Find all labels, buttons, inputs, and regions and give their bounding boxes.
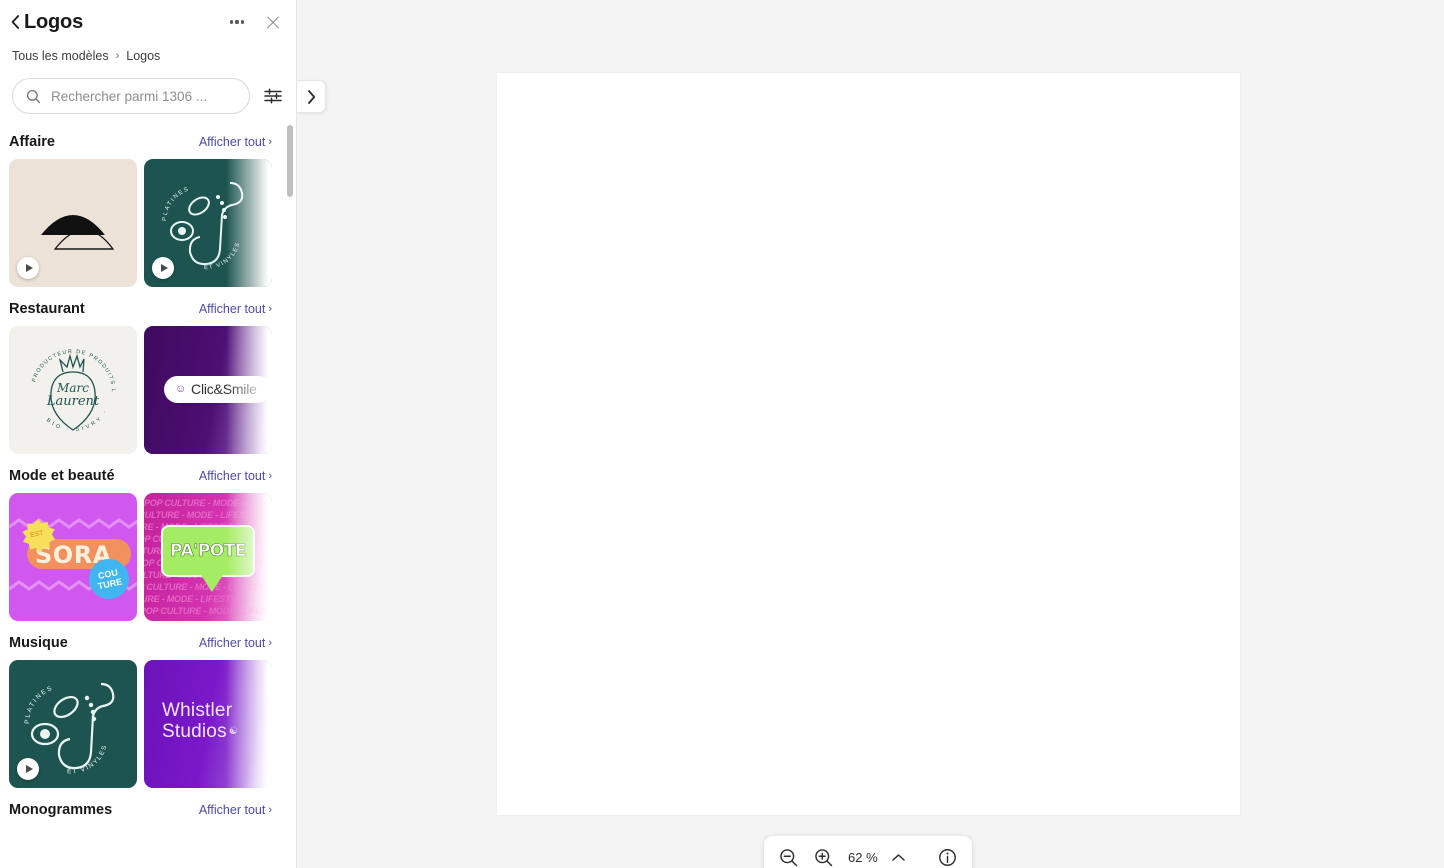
section-musique: Musique Afficher tout › PLATINES ET VINY…	[0, 621, 296, 788]
zoom-out-icon[interactable]	[778, 847, 799, 868]
see-all-label: Afficher tout	[198, 803, 266, 817]
svg-text:PLATINES: PLATINES	[24, 685, 55, 725]
pattern-line: POP CULTURE - MODE - LIFESTYLE	[144, 498, 272, 508]
see-all-link-restaurant[interactable]: Afficher tout ›	[199, 302, 272, 316]
chevron-right-icon: ›	[268, 303, 272, 315]
section-mode-et-beaute: Mode et beauté Afficher tout › SORA EST …	[0, 454, 296, 621]
svg-text:ET VINYLES: ET VINYLES	[204, 241, 242, 271]
chevron-right-icon: ›	[268, 136, 272, 148]
panel-scrollbar-track[interactable]	[287, 122, 293, 864]
section-header: Restaurant Afficher tout ›	[0, 287, 296, 326]
see-all-label: Afficher tout	[198, 302, 266, 316]
template-thumb-logo-papote[interactable]: POP CULTURE - MODE - LIFESTYLE POP CULTU…	[144, 493, 272, 621]
pattern-line: POP CULTURE - MODE - LIFESTYLE	[144, 510, 267, 520]
whistler-mark-icon: ☯	[228, 726, 238, 737]
breadcrumb-separator: ›	[115, 50, 120, 62]
templates-scroll-area[interactable]: Affaire Afficher tout › PLATINES ET VINY…	[0, 120, 296, 868]
sections-list: Affaire Afficher tout › PLATINES ET VINY…	[0, 120, 296, 827]
see-all-label: Afficher tout	[198, 135, 266, 149]
close-icon[interactable]	[262, 11, 284, 33]
zoom-in-icon[interactable]	[813, 847, 834, 868]
play-icon[interactable]	[152, 257, 174, 279]
breadcrumb-root[interactable]: Tous les modèles	[12, 49, 109, 63]
info-icon[interactable]	[937, 847, 958, 868]
see-all-label: Afficher tout	[198, 636, 266, 650]
section-title: Monogrammes	[9, 802, 113, 818]
search-box[interactable]	[12, 78, 250, 114]
page-title: Logos	[24, 10, 83, 33]
see-all-link-affaire[interactable]: Afficher tout ›	[199, 135, 272, 149]
section-header: Affaire Afficher tout ›	[0, 120, 296, 159]
design-canvas[interactable]	[497, 73, 1240, 815]
section-monogrammes: Monogrammes Afficher tout ›	[0, 788, 296, 827]
chevron-right-icon: ›	[268, 804, 272, 816]
whistler-wordmark: Whistler Studios ☯	[162, 700, 238, 742]
whistler-line-1: Whistler	[162, 700, 233, 721]
template-thumb-logo-saxophone-teal-2[interactable]: PLATINES ET VINYLES	[9, 660, 137, 788]
zoom-toolbar: 62 %	[764, 836, 972, 868]
thumb-row: PLATINES ET VINYLES Whistler Studios ☯	[0, 660, 296, 788]
template-thumb-logo-saxophone-teal[interactable]: PLATINES ET VINYLES	[144, 159, 272, 287]
zoom-level-label[interactable]: 62 %	[848, 850, 878, 865]
thumb-row: PLATINES ET VINYLES	[0, 159, 296, 287]
section-header: Monogrammes Afficher tout ›	[0, 788, 296, 827]
section-header: Musique Afficher tout ›	[0, 621, 296, 660]
see-all-link-mode[interactable]: Afficher tout ›	[199, 469, 272, 483]
play-icon[interactable]	[17, 758, 39, 780]
template-thumb-logo-arch-abstract[interactable]	[9, 159, 137, 287]
see-all-link-monogrammes[interactable]: Afficher tout ›	[199, 803, 272, 817]
panel-expand-button[interactable]	[297, 80, 326, 113]
template-thumb-logo-clic-and-smile[interactable]: ☺ Clic&Smile	[144, 326, 272, 454]
brand-line-2: Laurent	[46, 394, 100, 409]
panel-header-actions	[226, 11, 284, 33]
section-title: Musique	[9, 635, 68, 651]
template-thumb-logo-sora-couture[interactable]: SORA EST COU TURE	[9, 493, 137, 621]
papote-wordmark: PA'POTE	[170, 541, 247, 562]
pattern-line: POP CULTURE - MODE - LIFESTYLE	[144, 606, 272, 616]
breadcrumb-current[interactable]: Logos	[126, 49, 160, 63]
template-thumb-logo-whistler-studios[interactable]: Whistler Studios ☯	[144, 660, 272, 788]
pill-label: Clic&Smile	[191, 381, 257, 397]
search-icon	[26, 89, 41, 104]
see-all-label: Afficher tout	[198, 469, 266, 483]
smile-icon: ☺	[175, 383, 187, 395]
section-title: Mode et beauté	[9, 468, 115, 484]
breadcrumb: Tous les modèles › Logos	[0, 44, 296, 68]
app-root: Logos Tous les modèles › Logos Recherche…	[0, 0, 1444, 868]
search-row	[0, 68, 296, 114]
svg-text:ET VINYLES: ET VINYLES	[67, 743, 109, 775]
workspace	[297, 0, 1444, 868]
svg-text:PLATINES: PLATINES	[162, 186, 191, 221]
section-title: Affaire	[9, 134, 55, 150]
chevron-right-icon: ›	[268, 637, 272, 649]
pattern-line: POP CULTURE - MODE - LIFESTYLE	[144, 594, 247, 604]
templates-panel: Logos Tous les modèles › Logos Recherche…	[0, 0, 297, 868]
thumb-row: PRODUCTEUR DE PRODUITS LOCAUX BIO · SIVR…	[0, 326, 296, 454]
section-header: Mode et beauté Afficher tout ›	[0, 454, 296, 493]
section-restaurant: Restaurant Afficher tout › PRODUCTEUR DE…	[0, 287, 296, 454]
filter-sliders-icon[interactable]	[262, 85, 284, 107]
see-all-link-musique[interactable]: Afficher tout ›	[199, 636, 272, 650]
chevron-left-icon[interactable]	[8, 12, 22, 32]
thumb-row: SORA EST COU TURE POP CULTURE - MODE - L…	[0, 493, 296, 621]
panel-scrollbar-thumb[interactable]	[287, 125, 293, 197]
more-options-icon[interactable]	[226, 11, 248, 33]
chevron-right-icon	[307, 89, 315, 104]
chevron-up-icon[interactable]	[891, 850, 905, 865]
section-affaire: Affaire Afficher tout › PLATINES ET VINY…	[0, 120, 296, 287]
play-icon[interactable]	[17, 257, 39, 279]
papote-speech-bubble: PA'POTE	[161, 525, 255, 592]
chevron-right-icon: ›	[268, 470, 272, 482]
template-thumb-logo-marc-laurent[interactable]: PRODUCTEUR DE PRODUITS LOCAUX BIO · SIVR…	[9, 326, 137, 454]
section-title: Restaurant	[9, 301, 85, 317]
marc-laurent-wordmark: Marc Laurent	[9, 382, 137, 409]
panel-header: Logos	[0, 0, 296, 44]
clic-and-smile-pill: ☺ Clic&Smile	[164, 376, 271, 403]
search-input[interactable]	[51, 88, 249, 104]
whistler-line-2: Studios	[162, 721, 227, 742]
